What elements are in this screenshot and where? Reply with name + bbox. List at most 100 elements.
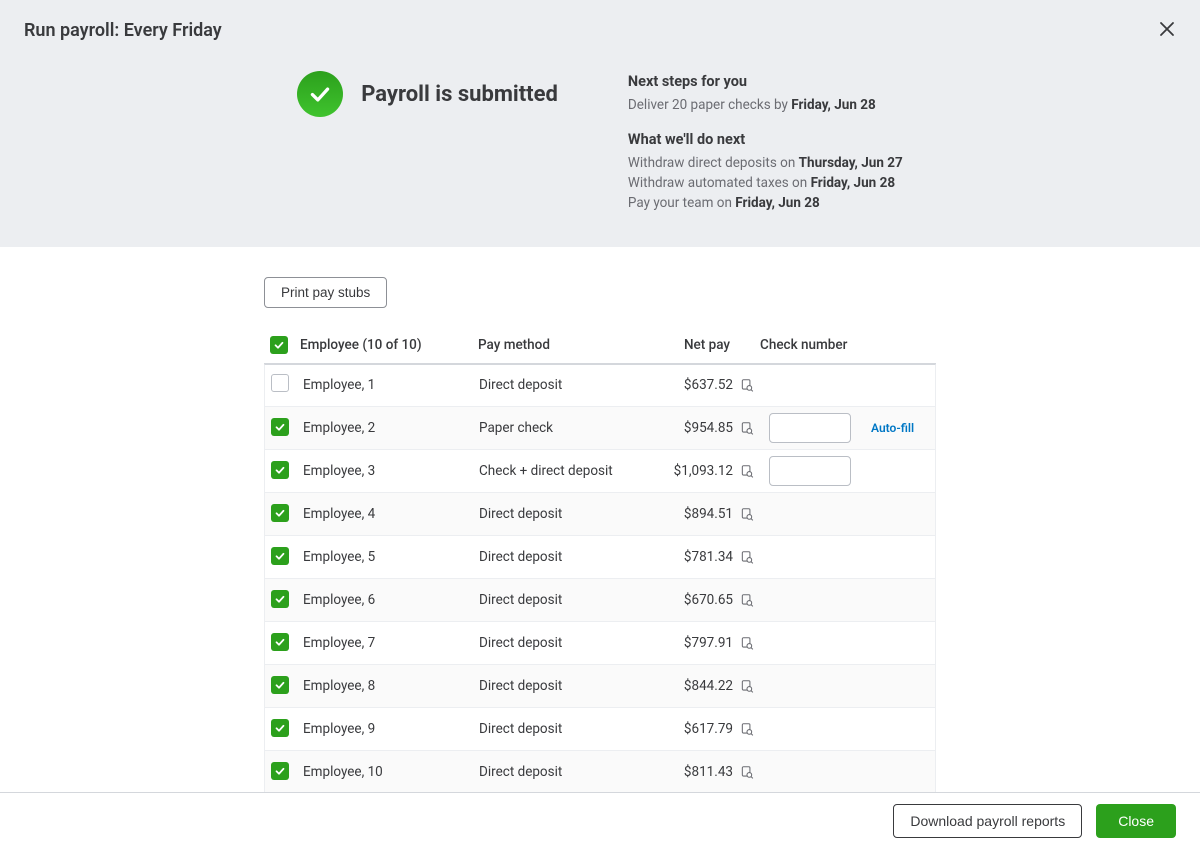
table-row: Employee, 6Direct deposit $670.65: [264, 579, 936, 622]
footer-bar: Download payroll reports Close: [0, 792, 1200, 848]
view-details-icon[interactable]: [739, 764, 755, 780]
page-title: Run payroll: Every Friday: [24, 20, 1176, 41]
employee-name: Employee, 9: [301, 721, 479, 737]
pay-method: Direct deposit: [479, 678, 629, 694]
pay-method: Direct deposit: [479, 635, 629, 651]
we-do-line: Pay your team on Friday, Jun 28: [628, 193, 903, 213]
row-checkbox[interactable]: [271, 590, 289, 608]
net-pay-cell: $617.79: [629, 721, 761, 737]
th-check-number: Check number: [760, 337, 936, 353]
row-checkbox[interactable]: [271, 547, 289, 565]
employee-name: Employee, 6: [301, 592, 479, 608]
net-pay-cell: $797.91: [629, 635, 761, 651]
success-check-icon: [297, 71, 343, 117]
table-row: Employee, 4Direct deposit $894.51: [264, 493, 936, 536]
confirmation-header: Run payroll: Every Friday Payroll is sub…: [0, 0, 1200, 247]
table-body: Employee, 1Direct deposit$637.52Employee…: [264, 364, 936, 794]
pay-method: Direct deposit: [479, 377, 629, 393]
employee-name: Employee, 7: [301, 635, 479, 651]
banner-right: Next steps for you Deliver 20 paper chec…: [628, 71, 903, 214]
view-details-icon[interactable]: [739, 635, 755, 651]
table-row: Employee, 2Paper check $954.85 Auto-fill: [264, 407, 936, 450]
net-pay-value: $811.43: [684, 764, 733, 780]
row-checkbox[interactable]: [271, 461, 289, 479]
view-details-icon[interactable]: [739, 377, 755, 393]
row-checkbox[interactable]: [271, 504, 289, 522]
pay-method: Direct deposit: [479, 721, 629, 737]
close-button[interactable]: Close: [1096, 804, 1176, 838]
view-details-icon[interactable]: [739, 721, 755, 737]
table-header: Employee (10 of 10) Pay method Net pay C…: [264, 328, 936, 364]
net-pay-value: $670.65: [684, 592, 733, 608]
we-do-line: Withdraw direct deposits on Thursday, Ju…: [628, 153, 903, 173]
we-do-line: Withdraw automated taxes on Friday, Jun …: [628, 173, 903, 193]
net-pay-value: $1,093.12: [674, 463, 733, 479]
check-number-input[interactable]: [769, 456, 851, 486]
row-checkbox[interactable]: [271, 676, 289, 694]
net-pay-value: $637.52: [684, 377, 733, 393]
table-row: Employee, 3Check + direct deposit $1,093.…: [264, 450, 936, 493]
download-payroll-reports-button[interactable]: Download payroll reports: [893, 804, 1082, 838]
net-pay-value: $617.79: [684, 721, 733, 737]
net-pay-cell: $894.51: [629, 506, 761, 522]
net-pay-cell: $781.34: [629, 549, 761, 565]
net-pay-cell: $637.52: [629, 377, 761, 393]
view-details-icon[interactable]: [739, 678, 755, 694]
next-steps-heading: Next steps for you: [628, 71, 903, 93]
table-row: Employee, 1Direct deposit $637.52: [264, 364, 936, 407]
net-pay-cell: $954.85: [629, 420, 761, 436]
pay-method: Paper check: [479, 420, 629, 436]
employee-name: Employee, 1: [301, 377, 479, 393]
employee-name: Employee, 3: [301, 463, 479, 479]
employee-name: Employee, 8: [301, 678, 479, 694]
table-row: Employee, 7Direct deposit $797.91: [264, 622, 936, 665]
view-details-icon[interactable]: [739, 506, 755, 522]
close-icon[interactable]: [1156, 18, 1178, 40]
table-row: Employee, 10Direct deposit $811.43: [264, 751, 936, 794]
net-pay-value: $954.85: [684, 420, 733, 436]
net-pay-value: $797.91: [684, 635, 733, 651]
view-details-icon[interactable]: [739, 592, 755, 608]
net-pay-cell: $670.65: [629, 592, 761, 608]
net-pay-value: $781.34: [684, 549, 733, 565]
check-number-cell: Auto-fill: [761, 413, 937, 443]
next-steps-line: Deliver 20 paper checks by Friday, Jun 2…: [628, 95, 903, 115]
employee-table: Employee (10 of 10) Pay method Net pay C…: [264, 328, 936, 794]
employee-name: Employee, 10: [301, 764, 479, 780]
net-pay-cell: $844.22: [629, 678, 761, 694]
table-row: Employee, 5Direct deposit $781.34: [264, 536, 936, 579]
confirmation-banner: Payroll is submitted Next steps for you …: [24, 61, 1176, 222]
employee-name: Employee, 2: [301, 420, 479, 436]
view-details-icon[interactable]: [739, 463, 755, 479]
net-pay-cell: $811.43: [629, 764, 761, 780]
employee-name: Employee, 5: [301, 549, 479, 565]
row-checkbox[interactable]: [271, 762, 289, 780]
auto-fill-link[interactable]: Auto-fill: [871, 421, 914, 435]
net-pay-value: $844.22: [684, 678, 733, 694]
select-all-checkbox[interactable]: [270, 336, 288, 354]
pay-method: Direct deposit: [479, 506, 629, 522]
net-pay-value: $894.51: [684, 506, 733, 522]
row-checkbox[interactable]: [271, 374, 289, 392]
pay-method: Check + direct deposit: [479, 463, 629, 479]
th-pay-method: Pay method: [478, 337, 628, 353]
banner-title: Payroll is submitted: [361, 82, 558, 107]
print-pay-stubs-button[interactable]: Print pay stubs: [264, 277, 387, 308]
table-row: Employee, 9Direct deposit $617.79: [264, 708, 936, 751]
banner-left: Payroll is submitted: [297, 71, 558, 117]
table-row: Employee, 8Direct deposit $844.22: [264, 665, 936, 708]
th-net-pay: Net pay: [628, 337, 760, 353]
row-checkbox[interactable]: [271, 719, 289, 737]
net-pay-cell: $1,093.12: [629, 463, 761, 479]
row-checkbox[interactable]: [271, 418, 289, 436]
main-content: Print pay stubs Employee (10 of 10) Pay …: [264, 277, 936, 794]
view-details-icon[interactable]: [739, 549, 755, 565]
row-checkbox[interactable]: [271, 633, 289, 651]
pay-method: Direct deposit: [479, 592, 629, 608]
view-details-icon[interactable]: [739, 420, 755, 436]
employee-name: Employee, 4: [301, 506, 479, 522]
pay-method: Direct deposit: [479, 764, 629, 780]
check-number-input[interactable]: [769, 413, 851, 443]
check-number-cell: [761, 456, 937, 486]
pay-method: Direct deposit: [479, 549, 629, 565]
